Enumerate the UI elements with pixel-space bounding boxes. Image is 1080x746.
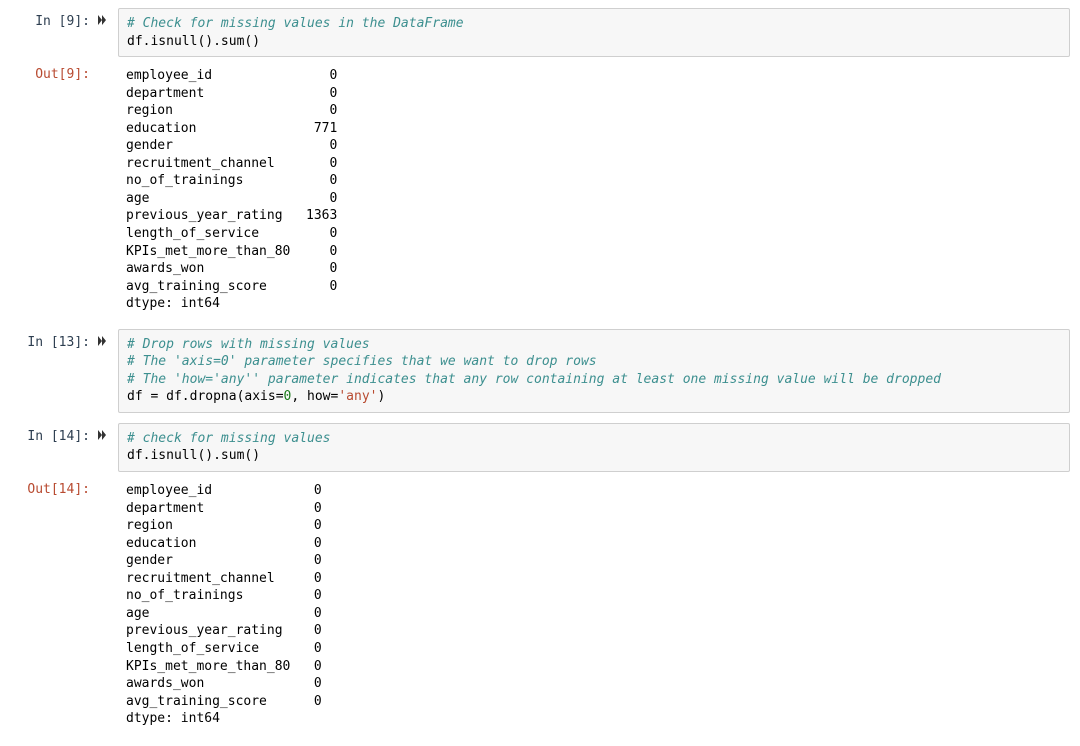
run-cell-icon[interactable] [96, 329, 118, 413]
prompt-out-9: Out[9]: [10, 61, 96, 319]
prompt-out-14: Out[14]: [10, 476, 96, 734]
code-cell-13[interactable]: # Drop rows with missing values # The 'a… [118, 329, 1070, 413]
prompt-in-13: In [13]: [10, 329, 96, 413]
output-text-9: employee_id 0 department 0 region 0 educ… [126, 67, 1062, 313]
code-text-14: # check for missing values df.isnull().s… [127, 430, 1061, 465]
output-area-9: employee_id 0 department 0 region 0 educ… [118, 61, 1070, 319]
output-text-14: employee_id 0 department 0 region 0 educ… [126, 482, 1062, 728]
code-text-9: # Check for missing values in the DataFr… [127, 15, 1061, 50]
code-cell-9[interactable]: # Check for missing values in the DataFr… [118, 8, 1070, 57]
code-text-13: # Drop rows with missing values # The 'a… [127, 336, 1061, 406]
run-cell-icon[interactable] [96, 8, 118, 57]
code-cell-14[interactable]: # check for missing values df.isnull().s… [118, 423, 1070, 472]
run-cell-icon[interactable] [96, 423, 118, 472]
output-area-14: employee_id 0 department 0 region 0 educ… [118, 476, 1070, 734]
prompt-in-14: In [14]: [10, 423, 96, 472]
prompt-in-9: In [9]: [10, 8, 96, 57]
